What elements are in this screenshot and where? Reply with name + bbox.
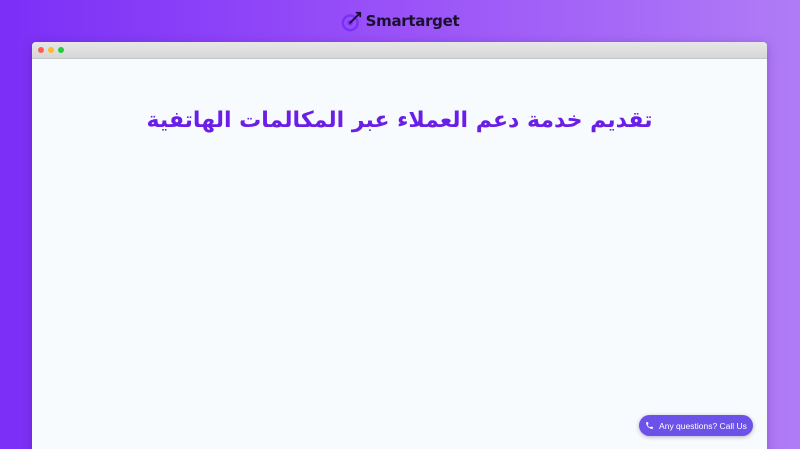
maximize-dot[interactable] (58, 47, 64, 53)
close-dot[interactable] (38, 47, 44, 53)
browser-window: تقديم خدمة دعم العملاء عبر المكالمات اله… (32, 42, 767, 449)
phone-icon (646, 422, 653, 429)
call-us-label: Any questions? Call Us (659, 420, 747, 431)
target-arrow-icon (341, 11, 361, 32)
browser-titlebar (32, 42, 767, 59)
minimize-dot[interactable] (48, 47, 54, 53)
brand-header: Smartarget (0, 9, 800, 33)
brand-name: Smartarget (365, 12, 460, 30)
page-headline: تقديم خدمة دعم العملاء عبر المكالمات اله… (146, 108, 653, 133)
call-us-button[interactable]: Any questions? Call Us (639, 415, 753, 436)
